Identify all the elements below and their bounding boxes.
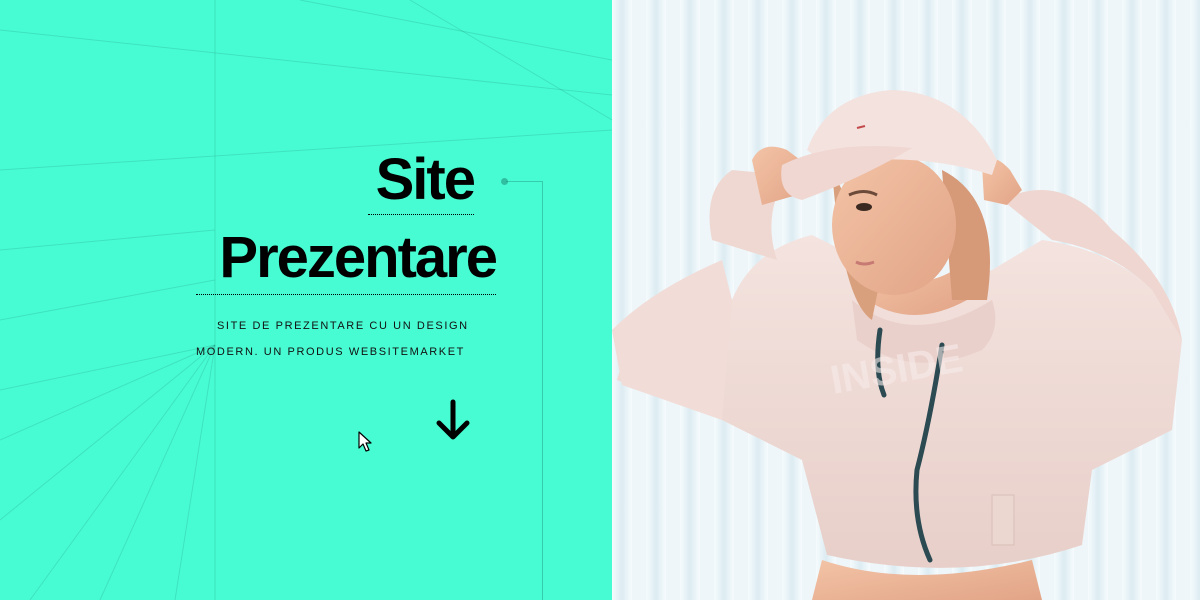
page: Site Prezentare SITE DE PREZENTARE CU UN…	[0, 0, 1200, 600]
hero-subtitle: SITE DE PREZENTARE CU UN DESIGN MODERN. …	[196, 313, 496, 365]
hero-subtitle-line-2: MODERN. UN PRODUS WEBSITEMARKET	[196, 346, 466, 358]
mouse-cursor-icon	[358, 431, 372, 452]
background-line-pattern	[0, 0, 612, 600]
hero-left-panel: Site Prezentare SITE DE PREZENTARE CU UN…	[0, 0, 612, 600]
arrow-down-icon[interactable]	[432, 398, 474, 444]
hero-photo-panel: INSIDE	[612, 0, 1200, 600]
hero-title-line-1: Site	[368, 146, 476, 215]
hero-subtitle-line-1: SITE DE PREZENTARE CU UN DESIGN	[217, 320, 469, 332]
decorative-dot	[501, 178, 508, 185]
hero-title-line-2: Prezentare	[196, 222, 498, 295]
hero-photo: INSIDE	[612, 0, 1200, 600]
decorative-horizontal-line	[506, 181, 543, 182]
decorative-vertical-line	[542, 182, 543, 600]
